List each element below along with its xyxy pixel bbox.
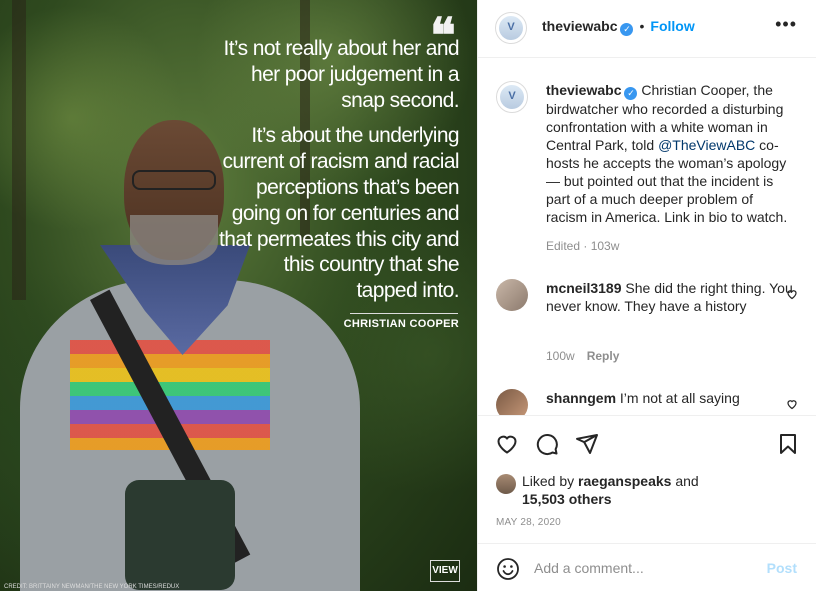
binoculars (125, 480, 235, 590)
verified-badge-icon: ✓ (624, 87, 638, 100)
more-options-icon[interactable]: ••• (775, 14, 797, 35)
post-actions: Liked by raeganspeaks and 15,503 others M… (478, 415, 816, 543)
caption-username[interactable]: theviewabc (546, 82, 621, 98)
quote-line: It’s about the underlying current of rac… (219, 124, 460, 303)
post-header: V theviewabc ✓ • Follow ••• (478, 0, 816, 58)
liker-username[interactable]: raeganspeaks (578, 473, 671, 489)
caption-mention[interactable]: @TheViewABC (658, 137, 755, 153)
glasses (132, 170, 216, 190)
comment-item: shanngem I’m not at all saying (496, 389, 798, 415)
post-comment-button[interactable]: Post (767, 560, 797, 576)
comment-item: mcneil3189 She did the right thing. You … (496, 279, 798, 369)
quote-line: It’s not really about her and her poor j… (223, 37, 459, 112)
emoji-smiley-icon[interactable] (496, 557, 520, 581)
likes-prefix: Liked by (522, 473, 579, 489)
comment-input[interactable] (534, 556, 754, 580)
account-avatar[interactable]: V (495, 12, 527, 44)
comment-body: I’m not at all saying (616, 390, 740, 406)
separator-dot: • (639, 18, 645, 34)
comment-meta: 100w Reply (546, 349, 619, 363)
comment-text: shanngem I’m not at all saying (546, 389, 798, 407)
likes-count[interactable]: 15,503 others (522, 491, 612, 507)
caption-meta: Edited · 103w (546, 239, 620, 253)
add-comment-bar: Post (478, 543, 816, 591)
follow-button[interactable]: Follow (650, 18, 694, 34)
comments-list[interactable]: V theviewabc ✓ Christian Cooper, the bird… (478, 59, 816, 415)
comment-username[interactable]: mcneil3189 (546, 280, 622, 296)
comment-username[interactable]: shanngem (546, 390, 616, 406)
liker-avatar[interactable] (496, 474, 516, 494)
verified-badge-icon: ✓ (620, 23, 634, 36)
post-panel: V theviewabc ✓ • Follow ••• V theviewabc ✓ C… (477, 0, 816, 591)
likes-middle: and (671, 473, 699, 489)
caption-avatar[interactable]: V (496, 81, 528, 113)
like-comment-heart-icon[interactable] (786, 398, 798, 410)
comment-time: 100w (546, 349, 575, 363)
commenter-avatar[interactable] (496, 279, 528, 311)
the-view-logo: VIEW (430, 560, 460, 582)
post-date[interactable]: MAY 28, 2020 (496, 517, 561, 528)
header-username[interactable]: theviewabc (542, 18, 617, 34)
post-image[interactable]: ❝ It’s not really about her and her poor… (0, 0, 477, 591)
share-paper-plane-icon[interactable] (575, 432, 599, 456)
quote-text: It’s not really about her and her poor j… (219, 36, 460, 314)
caption: V theviewabc ✓ Christian Cooper, the bird… (496, 81, 798, 253)
commenter-avatar[interactable] (496, 389, 528, 415)
comment-bubble-icon[interactable] (535, 432, 559, 456)
caption-text: theviewabc ✓ Christian Cooper, the birdwa… (546, 81, 798, 226)
like-heart-icon[interactable] (495, 432, 519, 456)
photo-credit: CREDIT: BRITTAINY NEWMAN/THE NEW YORK TI… (4, 584, 180, 590)
quote-divider (350, 313, 458, 314)
beard (130, 215, 218, 265)
likes-text: Liked by raeganspeaks and 15,503 others (522, 472, 792, 508)
header-user: theviewabc ✓ • Follow (542, 18, 695, 36)
like-comment-heart-icon[interactable] (786, 288, 798, 300)
reply-button[interactable]: Reply (587, 349, 620, 363)
save-bookmark-icon[interactable] (776, 432, 800, 456)
quote-attribution: CHRISTIAN COOPER (343, 318, 459, 330)
comment-text: mcneil3189 She did the right thing. You … (546, 279, 798, 315)
